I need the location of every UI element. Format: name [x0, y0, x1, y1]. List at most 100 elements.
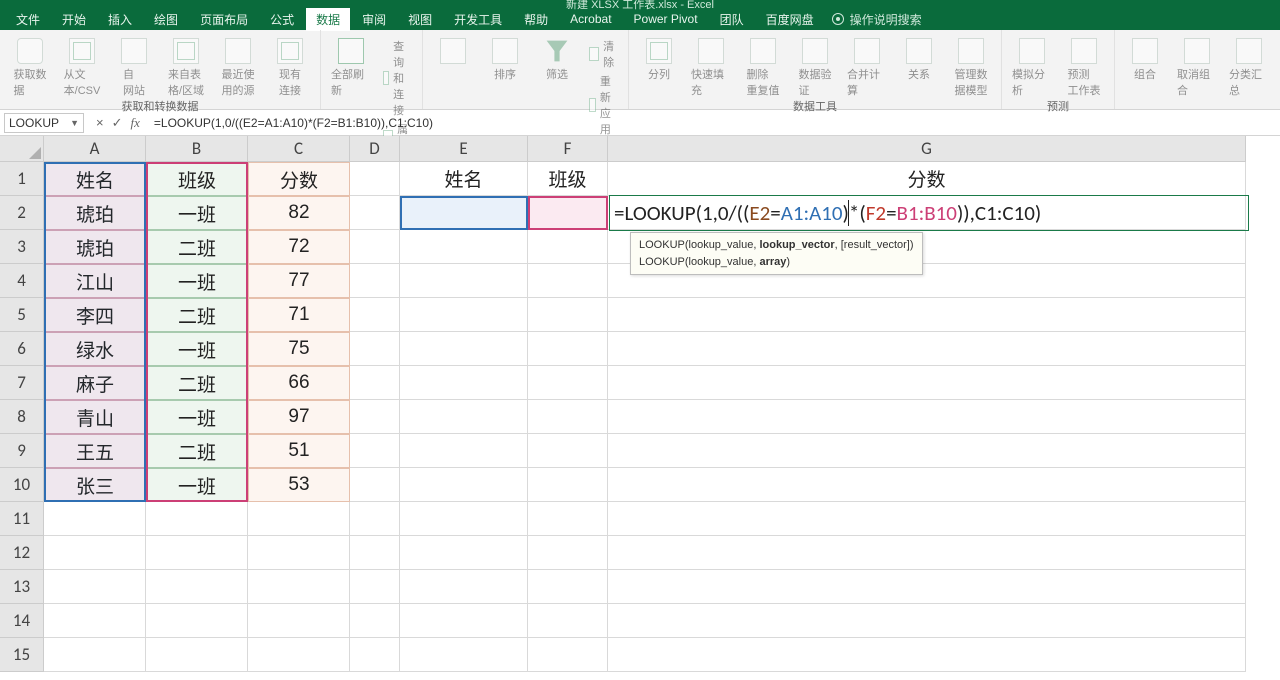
tab-help[interactable]: 帮助	[514, 8, 558, 31]
cell[interactable]: 分数	[608, 162, 1246, 196]
fx-icon[interactable]: fx	[131, 115, 140, 131]
cell[interactable]	[350, 434, 400, 468]
cell[interactable]	[146, 536, 248, 570]
cell[interactable]: 77	[248, 264, 350, 298]
row-header-5[interactable]: 5	[0, 298, 44, 332]
subtotal-button[interactable]: 分类汇总	[1229, 38, 1269, 98]
cell[interactable]	[400, 502, 528, 536]
cell[interactable]	[350, 332, 400, 366]
worksheet-grid[interactable]: ABCDEFG 123456789101112131415 姓名班级分数姓名班级…	[0, 136, 1280, 676]
tab-team[interactable]: 团队	[710, 8, 754, 31]
cell[interactable]	[400, 332, 528, 366]
cell[interactable]: 琥珀	[44, 196, 146, 230]
cell[interactable]	[350, 638, 400, 672]
cell[interactable]	[400, 400, 528, 434]
cell[interactable]	[528, 638, 608, 672]
row-header-15[interactable]: 15	[0, 638, 44, 672]
cell[interactable]	[350, 604, 400, 638]
cell[interactable]: 一班	[146, 400, 248, 434]
row-header-10[interactable]: 10	[0, 468, 44, 502]
from-table-button[interactable]: 来自表格/区域	[166, 38, 206, 98]
cell[interactable]	[146, 570, 248, 604]
column-header-C[interactable]: C	[248, 136, 350, 162]
cell[interactable]	[608, 400, 1246, 434]
column-header-D[interactable]: D	[350, 136, 400, 162]
cell[interactable]	[400, 468, 528, 502]
cell[interactable]	[350, 264, 400, 298]
flash-fill-button[interactable]: 快速填充	[691, 38, 731, 98]
cell[interactable]	[608, 604, 1246, 638]
cell[interactable]	[608, 638, 1246, 672]
cell[interactable]	[608, 570, 1246, 604]
tab-powerpivot[interactable]: Power Pivot	[624, 9, 708, 29]
cell[interactable]	[350, 366, 400, 400]
ungroup-button[interactable]: 取消组合	[1177, 38, 1217, 98]
consolidate-button[interactable]: 合并计算	[847, 38, 887, 98]
cell[interactable]	[400, 434, 528, 468]
cell[interactable]: 66	[248, 366, 350, 400]
tell-me[interactable]: 操作说明搜索	[832, 11, 922, 28]
cell[interactable]	[528, 230, 608, 264]
clear-filter-button[interactable]: 清除	[589, 38, 618, 70]
cell[interactable]	[608, 434, 1246, 468]
cell[interactable]	[44, 502, 146, 536]
tab-baidu[interactable]: 百度网盘	[756, 8, 824, 31]
row-header-8[interactable]: 8	[0, 400, 44, 434]
from-web-button[interactable]: 自网站	[114, 38, 154, 98]
sort-az-button[interactable]	[433, 38, 473, 64]
cell[interactable]	[400, 638, 528, 672]
cell[interactable]	[608, 536, 1246, 570]
cell[interactable]: 分数	[248, 162, 350, 196]
row-header-4[interactable]: 4	[0, 264, 44, 298]
row-header-1[interactable]: 1	[0, 162, 44, 196]
tab-data[interactable]: 数据	[306, 8, 350, 31]
tab-draw[interactable]: 绘图	[144, 8, 188, 31]
cell[interactable]: 姓名	[44, 162, 146, 196]
sort-button[interactable]: 排序	[485, 38, 525, 82]
enter-button[interactable]: ✓	[112, 115, 123, 131]
cell[interactable]: 一班	[146, 196, 248, 230]
cell[interactable]: 一班	[146, 468, 248, 502]
cell[interactable]: 青山	[44, 400, 146, 434]
cell[interactable]	[528, 332, 608, 366]
cell[interactable]	[350, 468, 400, 502]
cell[interactable]: 一班	[146, 264, 248, 298]
cell[interactable]: 李四	[44, 298, 146, 332]
row-header-2[interactable]: 2	[0, 196, 44, 230]
cell[interactable]: 二班	[146, 298, 248, 332]
cell[interactable]	[248, 570, 350, 604]
cell[interactable]	[528, 570, 608, 604]
cell[interactable]	[608, 298, 1246, 332]
cell[interactable]: 97	[248, 400, 350, 434]
cell[interactable]	[350, 196, 400, 230]
group-button[interactable]: 组合	[1125, 38, 1165, 82]
cell[interactable]: 75	[248, 332, 350, 366]
cell[interactable]	[146, 638, 248, 672]
cell[interactable]	[400, 570, 528, 604]
row-header-13[interactable]: 13	[0, 570, 44, 604]
cell[interactable]	[44, 570, 146, 604]
cell[interactable]	[350, 400, 400, 434]
cell[interactable]	[248, 638, 350, 672]
cell[interactable]: 二班	[528, 196, 608, 230]
tab-view[interactable]: 视图	[398, 8, 442, 31]
cell[interactable]	[608, 468, 1246, 502]
refresh-all-button[interactable]: 全部刷新	[331, 38, 371, 98]
cell[interactable]: 绿水	[44, 332, 146, 366]
tab-file[interactable]: 文件	[6, 8, 50, 31]
cell[interactable]: 江山	[44, 264, 146, 298]
cell[interactable]	[528, 400, 608, 434]
cell[interactable]	[400, 230, 528, 264]
cell[interactable]: 一班	[146, 332, 248, 366]
cell[interactable]: 王五	[44, 434, 146, 468]
queries-connections-button[interactable]: 查询和连接	[383, 38, 412, 118]
tab-formulas[interactable]: 公式	[260, 8, 304, 31]
cell[interactable]	[44, 638, 146, 672]
cell[interactable]	[400, 264, 528, 298]
recent-sources-button[interactable]: 最近使用的源	[218, 38, 258, 98]
cell[interactable]	[350, 162, 400, 196]
cell[interactable]	[528, 468, 608, 502]
cell[interactable]	[44, 604, 146, 638]
cell[interactable]: 72	[248, 230, 350, 264]
select-all-corner[interactable]	[0, 136, 44, 162]
